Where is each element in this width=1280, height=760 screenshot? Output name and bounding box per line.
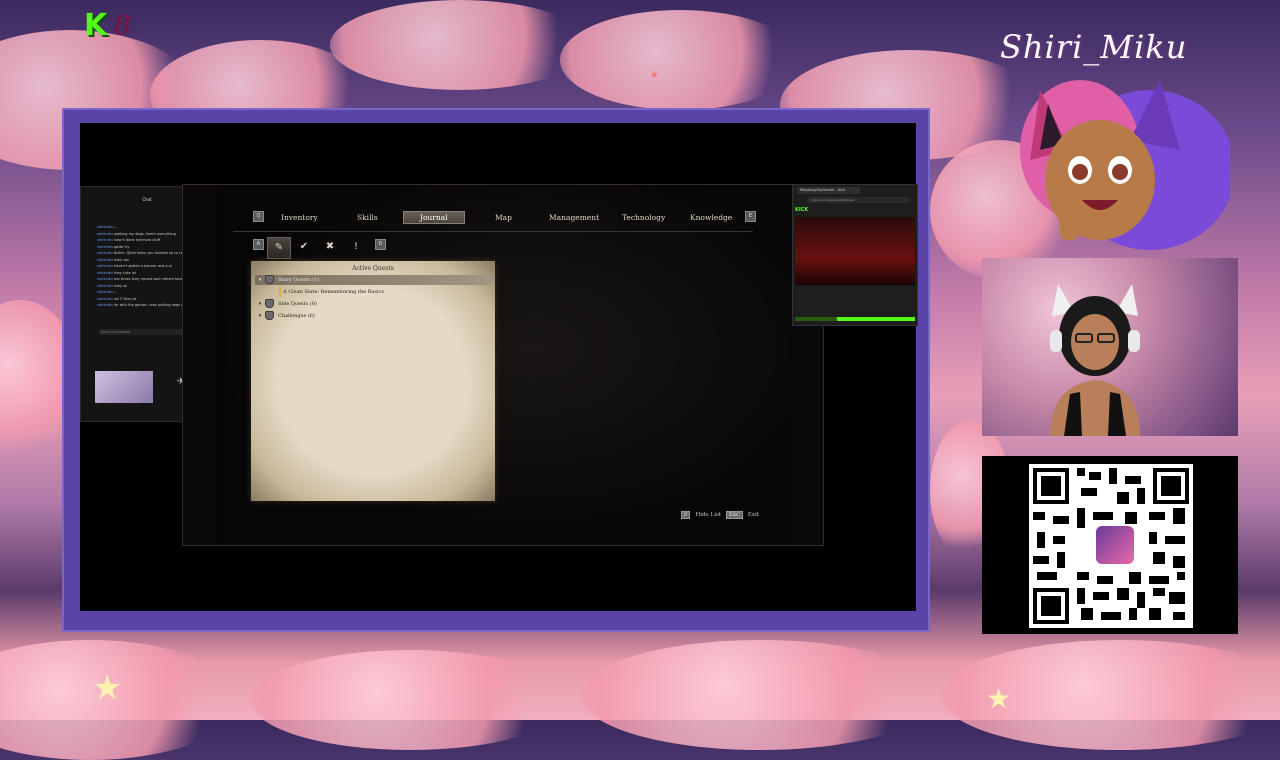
tab-journal[interactable]: Journal [403,211,465,224]
chat-input[interactable]: Send a message [99,329,191,335]
quest-row-label: A Clean Slate: Remembering the Basics [283,289,384,295]
journal-nav: Q Inventory Skills Journal Map Managemen… [183,211,823,229]
quest-row-label: Side Quests (0) [278,301,317,307]
hide-list-hint[interactable]: F Hide List [681,511,721,519]
shield-icon [265,299,274,308]
chat-text: ... [114,290,118,294]
progress-fill [837,317,915,321]
tab-management[interactable]: Management [549,213,599,222]
chat-username[interactable]: shirimiku [97,271,113,275]
quest-row-label: Story Quests (1) [278,277,320,283]
key-badge: F [681,511,691,519]
tab-technology[interactable]: Technology [622,213,665,222]
streamer-name: Shiri_Miku [1000,28,1188,66]
chat-username[interactable]: shirimiku [97,225,113,229]
chat-username[interactable]: shirimiku [97,277,113,281]
tab-map[interactable]: Map [495,213,512,222]
chat-text: they can [114,257,130,262]
quest-category-story[interactable]: ▾ Story Quests (1) [255,275,491,285]
chat-username[interactable]: shirimiku [97,303,113,307]
tab-knowledge[interactable]: Knowledge [690,213,732,222]
kick-k-icon: K [84,8,108,43]
background-cloud [330,0,590,90]
game-window: Q Inventory Skills Journal Map Managemen… [182,184,824,546]
webcam-feed [982,258,1238,436]
quest-category-challenges[interactable]: ▾ Challenges (0) [255,311,491,321]
mascot-icon [1020,80,1230,250]
chat-username[interactable]: shirimiku [97,297,113,301]
chat-username[interactable]: shirimiku [97,290,113,294]
qr-avatar-icon [1094,524,1136,566]
browser-tab[interactable]: MissJazzySkyHomer - Kick [797,187,860,194]
chat-text: they cute lol [114,270,136,275]
hint-label: Hide List [695,512,722,518]
star-icon: ★ [986,682,1012,715]
exit-hint[interactable]: ESC Exit [726,511,759,519]
tab-skills[interactable]: Skills [357,213,378,222]
quest-parchment: Active Quests ▾ Story Quests (1) A Clean … [251,261,495,501]
address-bar[interactable]: kick.com/missjazzyskyhomer [807,197,911,203]
background-cloud [560,10,800,110]
chat-username[interactable]: shirimiku [97,264,113,268]
tool-key-right[interactable]: D [375,239,386,250]
collapse-arrow-icon[interactable]: ▾ [255,275,265,285]
chat-username[interactable]: shirimiku [97,284,113,288]
collapse-arrow-icon[interactable]: ▾ [255,311,265,321]
mini-browser-window: MissJazzySkyHomer - Kick kick.com/missja… [792,184,918,326]
chat-username[interactable]: shirimiku [97,232,113,236]
chat-text: hasn't done anymore stuff [114,238,161,242]
chat-text: Botrix: @shirimiku you leveled up to Lev… [114,251,192,255]
quest-category-side[interactable]: ▾ Side Quests (0) [255,299,491,309]
chat-text: haven't gotten a banner and a pl [114,264,172,268]
quest-active-marker [279,287,281,297]
checkmark-scroll-icon[interactable]: ✔ [293,237,315,257]
hint-label: Exit [747,512,759,518]
stream-preview[interactable] [795,217,915,285]
cross-scroll-icon[interactable]: ✖ [319,237,341,257]
chat-username[interactable]: shirimiku [97,238,113,242]
streamer-avatar [1050,284,1140,436]
chat-username[interactable]: shirimiku [97,251,113,255]
chat-text: ... [114,225,118,229]
tab-inventory[interactable]: Inventory [281,213,318,222]
kick-logo-small: KICK [795,207,809,213]
chat-text: walking my dogs, how's everything [114,231,176,236]
chat-text: they ok [114,283,128,288]
nav-key-left[interactable]: Q [253,211,264,222]
star-icon: ★ [92,668,123,708]
background-cloud [580,640,940,750]
shield-icon [265,275,274,284]
background-cloud [250,650,570,750]
chat-text: gotta try [114,244,130,249]
exclamation-scroll-icon[interactable]: ! [345,237,367,257]
game-status-bar [217,186,793,192]
nav-key-right[interactable]: E [745,211,756,222]
quest-item[interactable]: A Clean Slate: Remembering the Basics [255,287,491,297]
kick-logo: K 8 [84,8,131,43]
quest-row-label: Challenges (0) [278,313,315,319]
key-badge: ESC [726,511,743,519]
chat-username[interactable]: shirimiku [97,245,113,249]
star-icon: ★ [650,70,659,81]
chat-text: lol!!! they ok [114,296,137,301]
quill-icon[interactable]: ✎ [267,237,291,259]
quest-panel-title: Active Quests [352,265,394,272]
nav-divider [233,231,753,232]
shield-icon [265,311,274,320]
viewer-count: 8 [113,10,132,41]
collapse-arrow-icon[interactable]: ▾ [255,299,265,309]
chat-thumbnail[interactable] [95,371,153,403]
chat-username[interactable]: shirimiku [97,258,113,262]
tool-key-left[interactable]: A [253,239,264,250]
